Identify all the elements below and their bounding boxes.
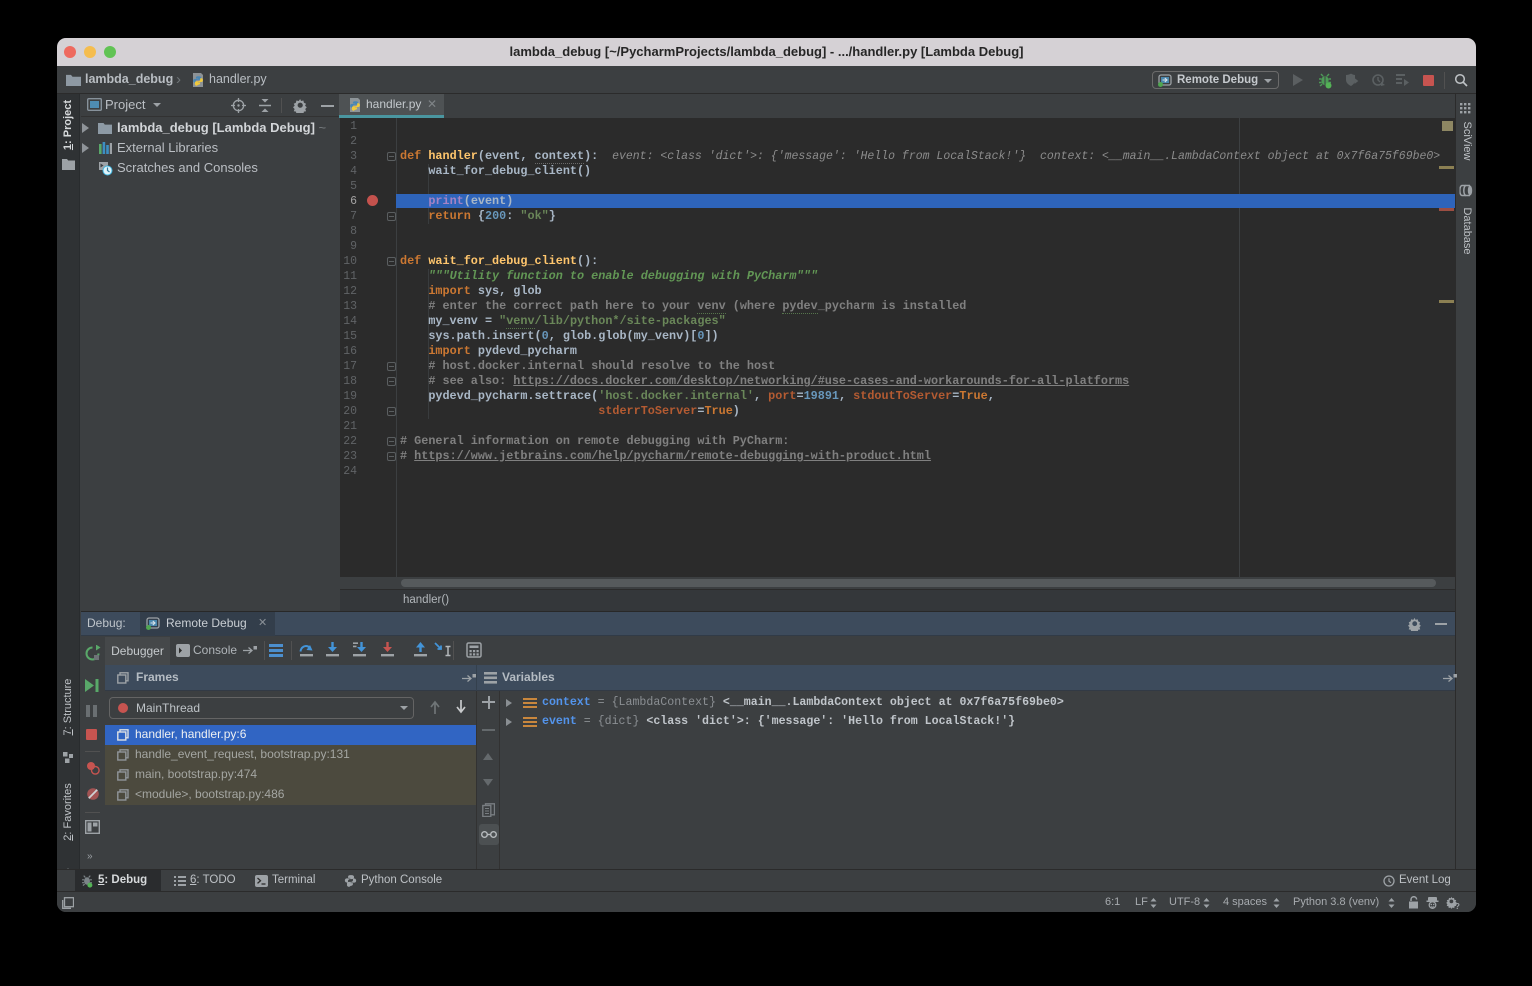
svg-text:?: ?	[1455, 902, 1460, 910]
